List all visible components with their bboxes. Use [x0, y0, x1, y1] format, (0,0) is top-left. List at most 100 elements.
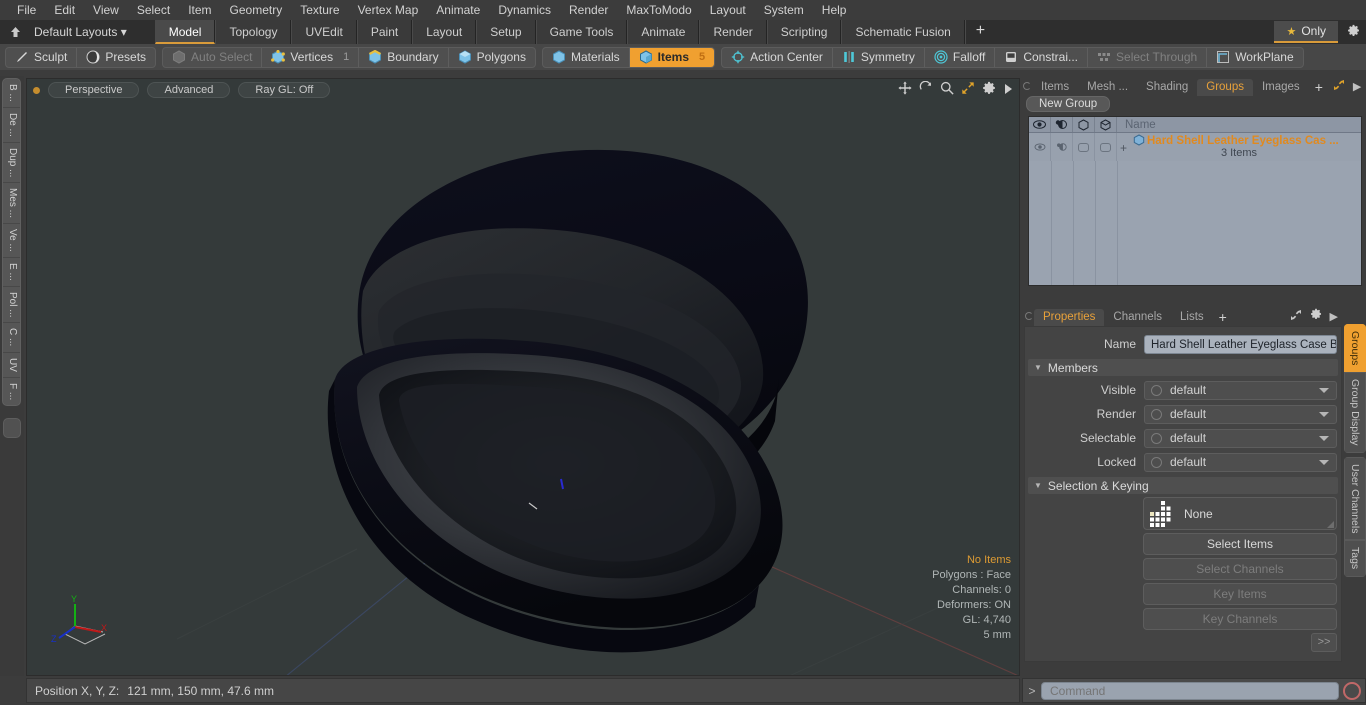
- properties-tab-properties[interactable]: Properties: [1034, 309, 1105, 326]
- render-dropdown[interactable]: default: [1144, 404, 1337, 424]
- viewport-style-selector[interactable]: Advanced: [147, 82, 231, 98]
- lock-checkbox[interactable]: [1100, 142, 1111, 152]
- menu-item-geometry[interactable]: Geometry: [221, 0, 292, 20]
- tab-layout[interactable]: Layout: [412, 20, 477, 44]
- fit-icon[interactable]: [961, 81, 975, 100]
- gear-icon[interactable]: [1340, 24, 1366, 40]
- only-toggle-button[interactable]: ★ Only: [1274, 21, 1338, 43]
- toolbar-button-select-through[interactable]: Select Through: [1087, 47, 1206, 67]
- zoom-icon[interactable]: [940, 81, 954, 100]
- toolbar-button-materials[interactable]: Materials: [543, 48, 629, 67]
- tab-model[interactable]: Model: [154, 20, 216, 44]
- viewport-3d[interactable]: Perspective Advanced Ray GL: Off No Item…: [26, 78, 1020, 676]
- left-tab-edge[interactable]: E ...: [3, 258, 20, 287]
- menu-item-select[interactable]: Select: [128, 0, 179, 20]
- left-tab-polygon[interactable]: Pol ...: [3, 287, 20, 324]
- toolbar-button-vertices[interactable]: Vertices 1: [261, 47, 358, 67]
- side-tab-group-display[interactable]: Group Display: [1344, 372, 1366, 453]
- render-icon[interactable]: [1051, 117, 1073, 132]
- menu-item-animate[interactable]: Animate: [427, 0, 489, 20]
- row-select-toggle[interactable]: [1073, 133, 1095, 161]
- side-tab-user-channels[interactable]: User Channels: [1344, 456, 1366, 541]
- lock-icon[interactable]: [1095, 117, 1117, 132]
- goto-button[interactable]: >>: [1311, 633, 1337, 652]
- properties-chevron-right-icon[interactable]: ▶: [1326, 309, 1342, 326]
- properties-expand-icon[interactable]: [1286, 309, 1306, 326]
- home-icon[interactable]: [4, 21, 26, 43]
- panel-menu-icon[interactable]: [1023, 82, 1031, 90]
- menu-item-texture[interactable]: Texture: [291, 0, 348, 20]
- side-tab-groups[interactable]: Groups: [1344, 324, 1366, 373]
- toolbar-button-action-center[interactable]: Action Center: [722, 48, 832, 67]
- group-list-empty-area[interactable]: [1029, 161, 1361, 285]
- toolbar-button-boundary[interactable]: Boundary: [358, 47, 447, 67]
- tab-game-tools[interactable]: Game Tools: [535, 20, 628, 44]
- side-tab-tags[interactable]: Tags: [1344, 540, 1366, 577]
- right-tab-mesh[interactable]: Mesh ...: [1078, 79, 1138, 96]
- name-field[interactable]: Hard Shell Leather Eyeglass Case Blac: [1144, 334, 1337, 354]
- visible-dropdown[interactable]: default: [1144, 380, 1337, 400]
- menu-item-view[interactable]: View: [84, 0, 128, 20]
- left-tab-deform[interactable]: De ...: [3, 108, 20, 143]
- rotate-icon[interactable]: [919, 80, 933, 100]
- gear-icon[interactable]: [982, 81, 996, 100]
- menu-item-vertex-map[interactable]: Vertex Map: [349, 0, 428, 20]
- select-items-button[interactable]: Select Items: [1143, 533, 1337, 555]
- properties-tab-channels[interactable]: Channels: [1104, 309, 1172, 326]
- left-tab-duplicate[interactable]: Dup ...: [3, 143, 20, 184]
- selectable-dropdown[interactable]: default: [1144, 428, 1337, 448]
- row-name-cell[interactable]: + Hard Shell Leather Eyeglass Cas ... 3 …: [1117, 133, 1361, 161]
- right-tab-images[interactable]: Images: [1252, 79, 1309, 96]
- selection-keying-section-header[interactable]: ▼ Selection & Keying: [1028, 477, 1338, 494]
- left-tab-mesh-edit[interactable]: Mes ...: [3, 183, 20, 225]
- menu-item-item[interactable]: Item: [179, 0, 220, 20]
- move-icon[interactable]: [898, 81, 912, 100]
- tab-topology[interactable]: Topology: [215, 20, 292, 44]
- toolbar-button-sculpt[interactable]: Sculpt: [6, 48, 76, 67]
- locked-dropdown[interactable]: default: [1144, 452, 1337, 472]
- tab-schematic-fusion[interactable]: Schematic Fusion: [841, 20, 965, 44]
- tab-render[interactable]: Render: [699, 20, 767, 44]
- properties-gear-icon[interactable]: [1306, 308, 1326, 326]
- key-items-button[interactable]: Key Items: [1143, 583, 1337, 605]
- toolbar-button-presets[interactable]: Presets: [76, 47, 155, 67]
- left-tab-extra[interactable]: [3, 418, 21, 438]
- right-tab-items[interactable]: Items: [1032, 79, 1079, 96]
- left-tab-fusion[interactable]: F ...: [3, 378, 20, 405]
- members-section-header[interactable]: ▼ Members: [1028, 359, 1338, 376]
- tab-paint[interactable]: Paint: [356, 20, 413, 44]
- tab-scripting[interactable]: Scripting: [766, 20, 842, 44]
- record-icon[interactable]: [1343, 681, 1361, 700]
- menu-item-edit[interactable]: Edit: [45, 0, 84, 20]
- toolbar-button-auto-select[interactable]: Auto Select: [163, 48, 261, 67]
- play-icon[interactable]: [1003, 82, 1013, 100]
- properties-menu-icon[interactable]: [1025, 312, 1033, 320]
- toolbar-button-constraint[interactable]: Constrai...: [994, 47, 1087, 67]
- select-channels-button[interactable]: Select Channels: [1143, 558, 1337, 580]
- viewport-raygl-selector[interactable]: Ray GL: Off: [238, 82, 331, 98]
- layout-preset-selector[interactable]: Default Layouts ▾: [26, 21, 135, 43]
- toolbar-button-workplane[interactable]: WorkPlane: [1206, 47, 1302, 67]
- expand-icon[interactable]: [1329, 79, 1349, 96]
- right-tab-add-button[interactable]: +: [1309, 79, 1329, 96]
- toolbar-button-items[interactable]: Items 5: [628, 47, 715, 67]
- left-tab-basic[interactable]: B ...: [3, 79, 20, 108]
- chevron-right-icon[interactable]: ▶: [1349, 79, 1365, 96]
- selection-set-picker[interactable]: None: [1143, 497, 1337, 530]
- viewport-mode-selector[interactable]: Perspective: [48, 82, 140, 98]
- properties-tab-lists[interactable]: Lists: [1171, 309, 1213, 326]
- menu-item-file[interactable]: File: [8, 0, 45, 20]
- new-group-button[interactable]: New Group: [1026, 96, 1111, 112]
- right-tab-groups[interactable]: Groups: [1197, 79, 1253, 96]
- properties-add-tab-button[interactable]: +: [1213, 309, 1233, 326]
- left-tab-vertex[interactable]: Ve ...: [3, 224, 20, 258]
- menu-item-help[interactable]: Help: [813, 0, 856, 20]
- eye-icon[interactable]: [1029, 117, 1051, 132]
- tab-animate[interactable]: Animate: [627, 20, 700, 44]
- row-render-toggle[interactable]: [1051, 133, 1073, 161]
- resize-corner-icon[interactable]: [1327, 521, 1334, 528]
- select-checkbox[interactable]: [1078, 142, 1089, 152]
- table-row[interactable]: + Hard Shell Leather Eyeglass Cas ... 3 …: [1029, 133, 1361, 161]
- select-icon[interactable]: [1073, 117, 1095, 132]
- group-list[interactable]: Name + Hard Shell Leather Eyeglass Cas .: [1028, 116, 1362, 286]
